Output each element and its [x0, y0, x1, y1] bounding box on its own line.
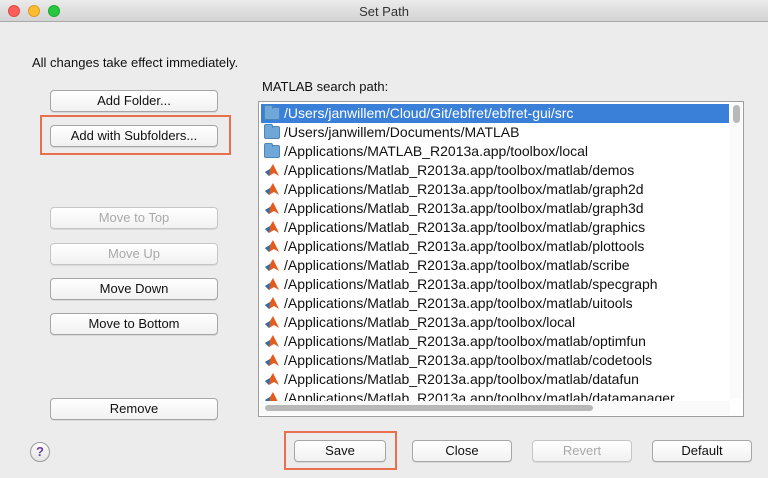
matlab-icon: [265, 297, 279, 309]
folder-icon: [264, 105, 280, 120]
move-up-button[interactable]: Move Up: [50, 243, 218, 265]
path-row[interactable]: /Applications/Matlab_R2013a.app/toolbox/…: [261, 199, 729, 218]
move-down-button[interactable]: Move Down: [50, 278, 218, 300]
search-path-list[interactable]: /Users/janwillem/Cloud/Git/ebfret/ebfret…: [258, 101, 744, 417]
path-text: /Applications/Matlab_R2013a.app/toolbox/…: [284, 181, 644, 197]
search-path-label: MATLAB search path:: [262, 79, 389, 94]
matlab-icon: [265, 373, 279, 385]
matlab-icon: [265, 164, 279, 176]
path-text: /Applications/Matlab_R2013a.app/toolbox/…: [284, 371, 639, 387]
title-bar: Set Path: [0, 0, 768, 22]
path-row[interactable]: /Applications/Matlab_R2013a.app/toolbox/…: [261, 370, 729, 389]
matlab-icon: [265, 221, 279, 233]
matlab-icon: [265, 240, 279, 252]
path-row[interactable]: /Applications/MATLAB_R2013a.app/toolbox/…: [261, 142, 729, 161]
move-to-bottom-button[interactable]: Move to Bottom: [50, 313, 218, 335]
remove-button[interactable]: Remove: [50, 398, 218, 420]
close-button[interactable]: Close: [412, 440, 512, 462]
matlab-icon: [265, 354, 279, 366]
set-path-window: Set Path All changes take effect immedia…: [0, 0, 768, 478]
matlab-icon: [265, 202, 279, 214]
matlab-icon: [265, 316, 279, 328]
folder-icon: [264, 124, 280, 139]
add-folder-button[interactable]: Add Folder...: [50, 90, 218, 112]
help-icon[interactable]: ?: [30, 442, 50, 462]
path-text: /Applications/Matlab_R2013a.app/toolbox/…: [284, 257, 630, 273]
path-row[interactable]: /Applications/Matlab_R2013a.app/toolbox/…: [261, 294, 729, 313]
horizontal-scroll-thumb[interactable]: [265, 405, 593, 411]
path-text: /Applications/Matlab_R2013a.app/toolbox/…: [284, 162, 635, 178]
matlab-icon: [265, 259, 279, 271]
path-text: /Users/janwillem/Documents/MATLAB: [284, 124, 520, 140]
add-with-subfolders-button[interactable]: Add with Subfolders...: [50, 125, 218, 147]
path-text: /Users/janwillem/Cloud/Git/ebfret/ebfret…: [284, 105, 574, 121]
window-title: Set Path: [359, 4, 409, 19]
path-row[interactable]: /Applications/Matlab_R2013a.app/toolbox/…: [261, 256, 729, 275]
path-text: /Applications/Matlab_R2013a.app/toolbox/…: [284, 333, 646, 349]
revert-button[interactable]: Revert: [532, 440, 632, 462]
vertical-scroll-thumb[interactable]: [733, 105, 740, 123]
move-to-top-button[interactable]: Move to Top: [50, 207, 218, 229]
path-row[interactable]: /Applications/Matlab_R2013a.app/toolbox/…: [261, 237, 729, 256]
path-row[interactable]: /Users/janwillem/Cloud/Git/ebfret/ebfret…: [261, 104, 729, 123]
path-row[interactable]: /Applications/Matlab_R2013a.app/toolbox/…: [261, 351, 729, 370]
vertical-scrollbar[interactable]: [730, 103, 742, 399]
folder-icon: [264, 143, 280, 158]
info-text: All changes take effect immediately.: [32, 55, 239, 70]
path-text: /Applications/Matlab_R2013a.app/toolbox/…: [284, 200, 644, 216]
path-text: /Applications/Matlab_R2013a.app/toolbox/…: [284, 276, 658, 292]
path-text: /Applications/Matlab_R2013a.app/toolbox/…: [284, 238, 645, 254]
save-button[interactable]: Save: [294, 440, 386, 462]
matlab-icon: [265, 335, 279, 347]
path-text: /Applications/Matlab_R2013a.app/toolbox/…: [284, 352, 653, 368]
default-button[interactable]: Default: [652, 440, 752, 462]
path-row[interactable]: /Applications/Matlab_R2013a.app/toolbox/…: [261, 180, 729, 199]
path-row[interactable]: /Users/janwillem/Documents/MATLAB: [261, 123, 729, 142]
path-row[interactable]: /Applications/Matlab_R2013a.app/toolbox/…: [261, 275, 729, 294]
path-text: /Applications/Matlab_R2013a.app/toolbox/…: [284, 295, 633, 311]
path-text: /Applications/MATLAB_R2013a.app/toolbox/…: [284, 143, 589, 159]
path-row[interactable]: /Applications/Matlab_R2013a.app/toolbox/…: [261, 332, 729, 351]
path-text: /Applications/Matlab_R2013a.app/toolbox/…: [284, 314, 576, 330]
path-row[interactable]: /Applications/Matlab_R2013a.app/toolbox/…: [261, 218, 729, 237]
path-row[interactable]: /Applications/Matlab_R2013a.app/toolbox/…: [261, 161, 729, 180]
matlab-icon: [265, 278, 279, 290]
path-row[interactable]: /Applications/Matlab_R2013a.app/toolbox/…: [261, 313, 729, 332]
horizontal-scrollbar[interactable]: [260, 401, 730, 415]
path-text: /Applications/Matlab_R2013a.app/toolbox/…: [284, 219, 646, 235]
matlab-icon: [265, 183, 279, 195]
